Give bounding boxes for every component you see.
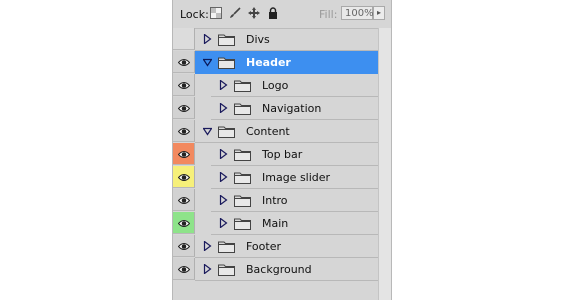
layer-content[interactable]: Footer	[195, 235, 379, 258]
visibility-toggle[interactable]	[173, 258, 195, 280]
expand-triangle-icon[interactable]	[203, 263, 212, 277]
eye-icon	[177, 103, 191, 116]
collapse-triangle-icon[interactable]	[202, 57, 213, 70]
expand-triangle-icon[interactable]	[219, 102, 228, 116]
layer-row[interactable]: Background	[173, 258, 379, 281]
lock-label: Lock:	[180, 8, 209, 21]
layer-content[interactable]: Logo	[211, 74, 379, 97]
layer-row[interactable]: Content	[173, 120, 379, 143]
layer-row[interactable]: Header	[173, 51, 379, 74]
eye-icon	[177, 57, 191, 70]
layer-content[interactable]: Main	[211, 212, 379, 235]
layer-content[interactable]: Background	[195, 258, 379, 281]
eye-icon	[177, 80, 191, 93]
layer-content[interactable]: Divs	[195, 28, 379, 51]
layer-content[interactable]: Image slider	[211, 166, 379, 189]
layer-name: Background	[246, 263, 312, 276]
eye-icon	[177, 264, 191, 277]
folder-icon	[218, 33, 235, 49]
expand-triangle-icon[interactable]	[219, 171, 228, 185]
layer-name: Divs	[246, 33, 270, 46]
folder-icon	[234, 102, 251, 118]
folder-icon	[234, 79, 251, 95]
folder-icon	[234, 194, 251, 210]
visibility-toggle[interactable]	[173, 189, 195, 211]
layer-name: Navigation	[262, 102, 322, 115]
visibility-toggle[interactable]	[173, 51, 195, 73]
expand-triangle-icon[interactable]	[219, 217, 228, 231]
layer-name: Logo	[262, 79, 289, 92]
layer-name: Content	[246, 125, 290, 138]
padlock-icon[interactable]	[267, 7, 279, 19]
fill-label: Fill:	[319, 8, 338, 21]
eye-icon	[177, 241, 191, 254]
layer-name: Footer	[246, 240, 281, 253]
expand-triangle-icon[interactable]	[219, 148, 228, 162]
layer-row[interactable]: Footer	[173, 235, 379, 258]
collapse-triangle-icon[interactable]	[202, 126, 213, 139]
fill-input[interactable]: 100%	[341, 6, 374, 20]
layer-row[interactable]: Logo	[173, 74, 379, 97]
visibility-toggle[interactable]	[173, 166, 195, 188]
layer-content[interactable]: Content	[195, 120, 379, 143]
visibility-toggle[interactable]	[173, 28, 195, 50]
visibility-toggle[interactable]	[173, 74, 195, 96]
visibility-toggle[interactable]	[173, 143, 195, 165]
folder-icon	[234, 217, 251, 233]
visibility-toggle[interactable]	[173, 97, 195, 119]
layer-name: Image slider	[262, 171, 331, 184]
layer-row[interactable]: Top bar	[173, 143, 379, 166]
layer-row[interactable]: Image slider	[173, 166, 379, 189]
layer-name: Top bar	[262, 148, 303, 161]
scrollbar[interactable]	[378, 28, 391, 300]
folder-icon	[218, 263, 235, 279]
layer-content[interactable]: Top bar	[211, 143, 379, 166]
folder-icon	[218, 240, 235, 256]
layer-row[interactable]: Intro	[173, 189, 379, 212]
eye-icon	[177, 149, 191, 162]
layer-content[interactable]: Navigation	[211, 97, 379, 120]
visibility-toggle[interactable]	[173, 120, 195, 142]
folder-icon	[218, 125, 235, 141]
eye-icon	[177, 126, 191, 139]
layer-name: Main	[262, 217, 289, 230]
eye-icon	[177, 172, 191, 185]
brush-lock-icon[interactable]	[229, 7, 241, 19]
expand-triangle-icon[interactable]	[203, 240, 212, 254]
transparency-lock-icon[interactable]	[210, 7, 222, 19]
layers-panel: Lock: Fill: 100% ▸ Divs Header Logo Navi…	[172, 0, 392, 300]
visibility-toggle[interactable]	[173, 212, 195, 234]
dropdown-arrow-icon[interactable]: ▸	[373, 6, 385, 20]
layer-name: Header	[246, 56, 291, 69]
folder-icon	[234, 148, 251, 164]
folder-icon	[218, 56, 235, 72]
layers-toolbar: Lock: Fill: 100% ▸	[173, 0, 385, 29]
visibility-toggle[interactable]	[173, 235, 195, 257]
eye-icon	[177, 218, 191, 231]
layer-content[interactable]: Intro	[211, 189, 379, 212]
expand-triangle-icon[interactable]	[219, 194, 228, 208]
expand-triangle-icon[interactable]	[203, 33, 212, 47]
layer-name: Intro	[262, 194, 288, 207]
eye-icon	[177, 195, 191, 208]
layer-row[interactable]: Divs	[173, 28, 379, 51]
layer-content[interactable]: Header	[195, 51, 379, 74]
layer-row[interactable]: Navigation	[173, 97, 379, 120]
move-lock-icon[interactable]	[248, 7, 260, 19]
layer-row[interactable]: Main	[173, 212, 379, 235]
folder-icon	[234, 171, 251, 187]
expand-triangle-icon[interactable]	[219, 79, 228, 93]
